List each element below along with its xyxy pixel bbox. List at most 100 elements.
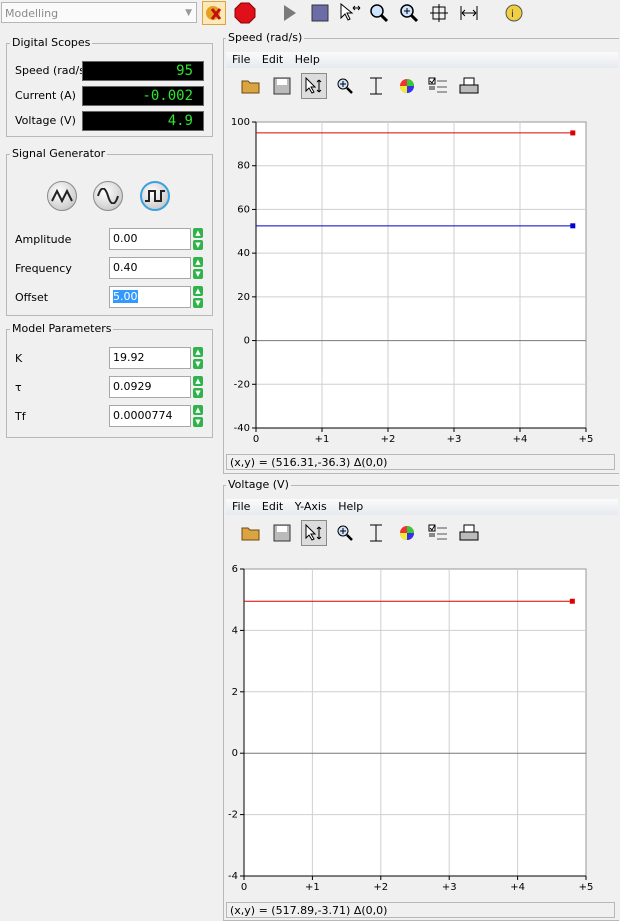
- select-move-tool[interactable]: [301, 73, 327, 99]
- open-button[interactable]: [238, 520, 264, 546]
- spin-down-icon[interactable]: ▼: [193, 240, 203, 250]
- menu-edit[interactable]: Edit: [262, 53, 283, 66]
- spin-up-icon[interactable]: ▲: [193, 286, 203, 296]
- spin-up-icon[interactable]: ▲: [193, 376, 203, 386]
- select-move-tool[interactable]: [301, 520, 327, 546]
- voltage-menubar: File Edit Y-Axis Help: [226, 499, 618, 515]
- amplitude-stepper[interactable]: ▲ ▼: [193, 228, 203, 250]
- zoom-button[interactable]: [367, 1, 391, 25]
- zoom-icon: [370, 4, 389, 23]
- spin-up-icon[interactable]: ▲: [193, 228, 203, 238]
- tau-stepper[interactable]: ▲ ▼: [193, 376, 203, 398]
- x-tick-label: +3: [442, 882, 457, 893]
- y-tick-label: 20: [237, 292, 250, 303]
- chevron-down-icon[interactable]: ▼: [185, 3, 192, 24]
- save-button[interactable]: [269, 73, 295, 99]
- y-tick-label: 6: [232, 564, 238, 575]
- menu-edit[interactable]: Edit: [262, 500, 283, 513]
- offset-stepper[interactable]: ▲ ▼: [193, 286, 203, 308]
- print-icon: [459, 524, 479, 541]
- spin-up-icon[interactable]: ▲: [193, 405, 203, 415]
- zoom-tool[interactable]: [332, 520, 358, 546]
- y-tick-label: 0: [244, 336, 250, 347]
- x-tick-label: +4: [513, 434, 528, 445]
- y-tick-label: -2: [228, 810, 238, 821]
- x-tick-label: +4: [510, 882, 525, 893]
- print-icon: [459, 77, 479, 94]
- autoscale-icon: [370, 524, 382, 542]
- info-button[interactable]: i: [502, 1, 526, 25]
- autoscale-icon: [430, 4, 448, 22]
- offset-input[interactable]: 5.00: [109, 286, 191, 308]
- triangle-wave-button[interactable]: [47, 181, 77, 211]
- offset-label: Offset: [15, 291, 49, 304]
- spin-down-icon[interactable]: ▼: [193, 359, 203, 369]
- spin-up-icon[interactable]: ▲: [193, 257, 203, 267]
- series-end-marker: [569, 598, 575, 604]
- current-label: Current (A): [15, 89, 76, 102]
- frequency-input[interactable]: 0.40: [109, 257, 191, 279]
- stop-button[interactable]: [233, 1, 257, 25]
- legend-tool[interactable]: [425, 520, 451, 546]
- tf-stepper[interactable]: ▲ ▼: [193, 405, 203, 427]
- legend-icon: [428, 77, 447, 93]
- voltage-plot-toolbar: [226, 517, 618, 549]
- zoom-fit-button[interactable]: [397, 1, 421, 25]
- y-tick-label: 0: [232, 748, 238, 759]
- menu-file[interactable]: File: [232, 500, 250, 513]
- select-move-icon: [305, 77, 322, 94]
- offset-value: 5.00: [113, 290, 138, 303]
- signal-generator-title: Signal Generator: [10, 147, 108, 160]
- print-tool[interactable]: [456, 73, 482, 99]
- square-wave-button[interactable]: [140, 181, 170, 211]
- voltage-status-bar: (x,y) = (517.89,-3.71) Δ(0,0): [226, 902, 615, 918]
- current-readout: -0.002: [82, 86, 204, 106]
- autoscale-tool[interactable]: [363, 520, 389, 546]
- square-wave-icon: [145, 190, 165, 202]
- save-button[interactable]: [269, 520, 295, 546]
- x-tick-label: 0: [241, 882, 247, 893]
- select-move-button[interactable]: [338, 1, 362, 25]
- spin-down-icon[interactable]: ▼: [193, 417, 203, 427]
- zoom-tool[interactable]: [332, 73, 358, 99]
- autoscale-button[interactable]: [427, 1, 451, 25]
- pause-button[interactable]: [308, 1, 332, 25]
- print-tool[interactable]: [456, 520, 482, 546]
- spin-down-icon[interactable]: ▼: [193, 388, 203, 398]
- open-button[interactable]: [238, 73, 264, 99]
- tf-label: Tf: [15, 410, 26, 423]
- mode-select[interactable]: Modelling ▼: [1, 2, 197, 23]
- fit-width-button[interactable]: [457, 1, 481, 25]
- zoom-fit-icon: [400, 4, 419, 23]
- x-tick-label: 0: [253, 434, 259, 445]
- sine-wave-button[interactable]: [93, 181, 123, 211]
- legend-tool[interactable]: [425, 73, 451, 99]
- menu-help[interactable]: Help: [295, 53, 320, 66]
- voltage-chart[interactable]: 0 +1 +2 +3 +4 +5 -4 -2 0 2 4 6: [226, 551, 618, 899]
- amplitude-input[interactable]: 0.00: [109, 228, 191, 250]
- folder-icon: [241, 527, 260, 541]
- fit-width-icon: [460, 6, 478, 20]
- reset-button[interactable]: [202, 1, 226, 25]
- play-icon: [284, 5, 296, 21]
- spin-up-icon[interactable]: ▲: [193, 347, 203, 357]
- color-tool[interactable]: [394, 73, 420, 99]
- play-button[interactable]: [278, 1, 302, 25]
- autoscale-tool[interactable]: [363, 73, 389, 99]
- k-label: K: [15, 352, 23, 365]
- y-tick-label: 4: [232, 625, 238, 636]
- menu-help[interactable]: Help: [338, 500, 363, 513]
- y-tick-label: 100: [231, 117, 250, 128]
- menu-y-axis[interactable]: Y-Axis: [295, 500, 327, 513]
- color-tool[interactable]: [394, 520, 420, 546]
- tau-input[interactable]: 0.0929: [109, 376, 191, 398]
- k-stepper[interactable]: ▲ ▼: [193, 347, 203, 369]
- spin-down-icon[interactable]: ▼: [193, 269, 203, 279]
- menu-file[interactable]: File: [232, 53, 250, 66]
- speed-chart[interactable]: 0 +1 +2 +3 +4 +5 -40 -20 0 20 40 60 80 100: [226, 104, 618, 452]
- x-tick-label: +2: [373, 882, 388, 893]
- frequency-stepper[interactable]: ▲ ▼: [193, 257, 203, 279]
- k-input[interactable]: 19.92: [109, 347, 191, 369]
- tf-input[interactable]: 0.0000774: [109, 405, 191, 427]
- spin-down-icon[interactable]: ▼: [193, 298, 203, 308]
